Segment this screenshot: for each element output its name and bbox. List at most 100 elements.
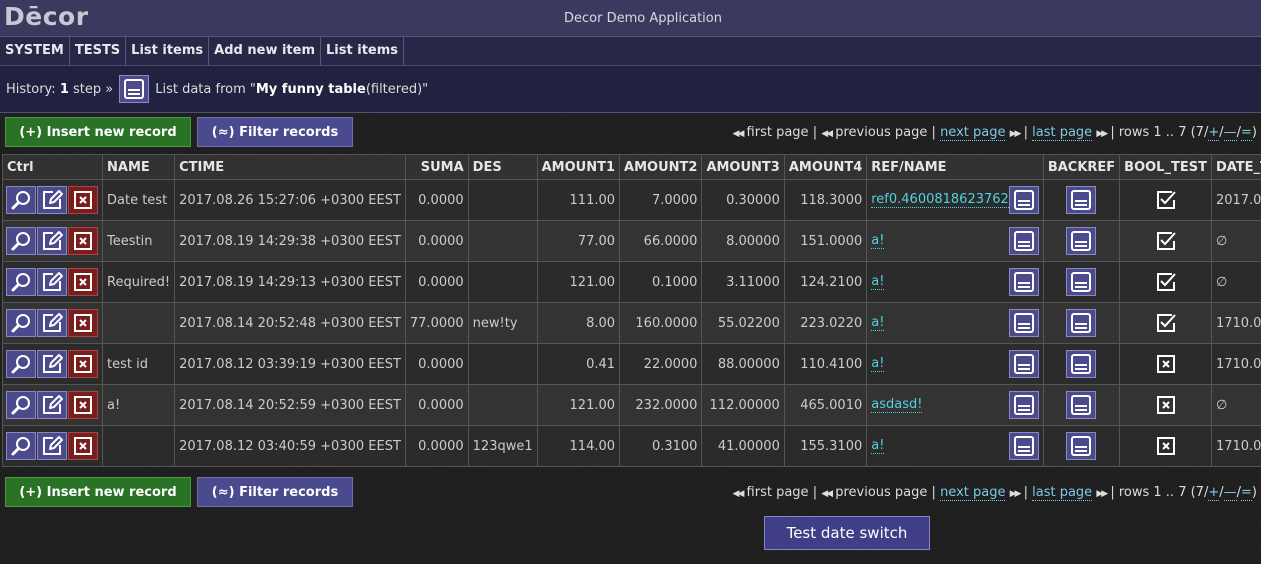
page-size-decrease[interactable]: — (1223, 125, 1237, 141)
history-steps-suffix: step » (73, 81, 114, 97)
cell-amount4: 118.3000 (783, 179, 868, 221)
next-page-icon[interactable]: ▶▶ (1010, 489, 1022, 499)
cell-amount4: 223.0220 (783, 302, 868, 344)
cell-ctime: 2017.08.19 14:29:38 +0300 EEST (174, 220, 406, 262)
cell-amount1: 121.00 (536, 384, 621, 426)
edit-icon[interactable] (37, 268, 67, 296)
delete-icon[interactable] (68, 227, 98, 255)
search-icon[interactable] (6, 186, 36, 214)
search-icon[interactable] (6, 391, 36, 419)
pager: ◀◀ first page | ◀◀ previous page | next … (733, 125, 1257, 141)
delete-icon[interactable] (68, 268, 98, 296)
list-icon[interactable] (1066, 268, 1097, 296)
cell-bool-test (1119, 302, 1212, 344)
app-title: Decor Demo Application (564, 11, 722, 26)
col-header-des: DES (467, 154, 538, 180)
ref-link[interactable]: a! (871, 356, 885, 372)
list-icon[interactable] (1008, 186, 1039, 214)
cell-ref-name: asdasd! (866, 384, 1044, 426)
table-row: a! 2017.08.14 20:52:59 +0300 EEST 0.0000 12… (2, 384, 1261, 426)
next-page-link[interactable]: next page (940, 485, 1006, 501)
ref-link[interactable]: ref0.4600818623762 (871, 192, 1009, 208)
insert-record-button[interactable]: (+) Insert new record (5, 117, 191, 147)
pager-sep: | (931, 125, 936, 140)
page-size-increase[interactable]: + (1208, 485, 1220, 501)
last-page-icon[interactable]: ▶▶ (1096, 129, 1108, 139)
page-size-reset[interactable]: = (1241, 125, 1252, 141)
list-icon[interactable] (1066, 227, 1097, 255)
list-icon[interactable] (1008, 432, 1039, 460)
page-size-decrease[interactable]: — (1223, 485, 1237, 501)
ref-link[interactable]: a! (871, 438, 885, 454)
edit-icon[interactable] (37, 432, 67, 460)
cell-amount1: 111.00 (536, 179, 621, 221)
cell-name: Teestin (101, 220, 176, 262)
cell-bool-test (1119, 384, 1212, 426)
cell-des: 123qwe1 (467, 425, 538, 467)
search-icon[interactable] (6, 350, 36, 378)
ref-link[interactable]: a! (871, 233, 885, 249)
last-page-link[interactable]: last page (1032, 485, 1093, 501)
list-icon[interactable] (1066, 350, 1097, 378)
checkbox-checked-icon (1155, 273, 1177, 291)
menu-item-system[interactable]: SYSTEM (0, 37, 70, 65)
table-row: Date test 2017.08.26 15:27:06 +0300 EEST 0… (2, 179, 1261, 221)
edit-icon[interactable] (37, 186, 67, 214)
cell-name (101, 302, 176, 344)
list-icon[interactable] (1008, 268, 1039, 296)
last-page-link[interactable]: last page (1032, 125, 1093, 141)
filter-records-button[interactable]: (≈) Filter records (197, 117, 353, 147)
edit-icon[interactable] (37, 350, 67, 378)
ref-link[interactable]: a! (871, 274, 885, 290)
list-icon[interactable] (1066, 309, 1097, 337)
list-icon[interactable] (1008, 227, 1039, 255)
cell-des (467, 384, 538, 426)
menu-item-list-items[interactable]: List items (126, 37, 210, 65)
menu-item-add-new-item[interactable]: Add new item (209, 37, 322, 65)
menu-item-list-items-2[interactable]: List items (321, 37, 405, 65)
edit-icon[interactable] (37, 309, 67, 337)
cell-ref-name: a! (866, 261, 1044, 303)
menu-item-tests[interactable]: TESTS (70, 37, 127, 65)
search-icon[interactable] (6, 432, 36, 460)
test-date-switch-button[interactable]: Test date switch (764, 516, 930, 550)
delete-icon[interactable] (68, 432, 98, 460)
col-header-amount4: AMOUNT4 (783, 154, 868, 180)
list-icon[interactable] (1008, 309, 1039, 337)
filter-records-button-bottom[interactable]: (≈) Filter records (197, 477, 353, 507)
list-icon[interactable] (1066, 391, 1097, 419)
cell-ref-name: a! (866, 425, 1044, 467)
page-size-reset[interactable]: = (1241, 485, 1252, 501)
delete-icon[interactable] (68, 350, 98, 378)
cell-ctime: 2017.08.14 20:52:59 +0300 EEST (174, 384, 406, 426)
list-icon[interactable] (1066, 186, 1097, 214)
search-icon[interactable] (6, 227, 36, 255)
last-page-icon[interactable]: ▶▶ (1096, 489, 1108, 499)
cell-name: Required! (101, 261, 176, 303)
checkbox-cross-icon (1155, 396, 1177, 414)
list-icon[interactable] (1008, 350, 1039, 378)
cell-amount4: 124.2100 (783, 261, 868, 303)
search-icon[interactable] (6, 268, 36, 296)
cell-ctime: 2017.08.26 15:27:06 +0300 EEST (174, 179, 406, 221)
insert-record-button-bottom[interactable]: (+) Insert new record (5, 477, 191, 507)
delete-icon[interactable] (68, 391, 98, 419)
bottom-toolbar: (+) Insert new record (≈) Filter records… (0, 475, 1261, 511)
ref-link[interactable]: a! (871, 315, 885, 331)
edit-icon[interactable] (37, 391, 67, 419)
delete-icon[interactable] (68, 309, 98, 337)
history-list-icon[interactable] (119, 75, 150, 103)
delete-icon[interactable] (68, 186, 98, 214)
search-icon[interactable] (6, 309, 36, 337)
next-page-icon[interactable]: ▶▶ (1010, 129, 1022, 139)
list-icon[interactable] (1008, 391, 1039, 419)
page-size-increase[interactable]: + (1208, 125, 1220, 141)
next-page-link[interactable]: next page (940, 125, 1006, 141)
cell-amount4: 151.0000 (783, 220, 868, 262)
pager-sep: | (931, 485, 936, 500)
ref-link[interactable]: asdasd! (871, 397, 923, 413)
cell-ctime: 2017.08.12 03:40:59 +0300 EEST (174, 425, 406, 467)
edit-icon[interactable] (37, 227, 67, 255)
list-icon[interactable] (1066, 432, 1097, 460)
col-header-ctrl: Ctrl (2, 154, 103, 180)
